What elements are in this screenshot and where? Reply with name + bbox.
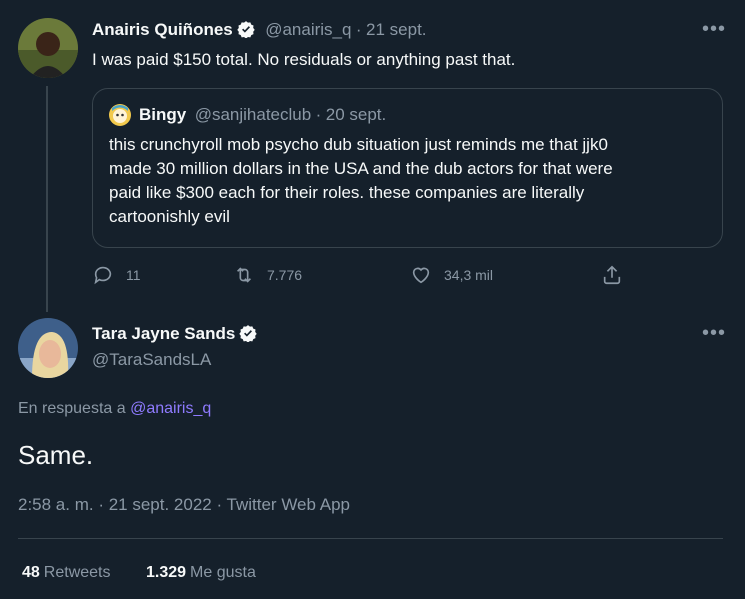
quote-author-name: Bingy — [139, 105, 187, 124]
author-handle[interactable]: @anairis_q — [265, 20, 351, 39]
separator: · — [315, 105, 322, 124]
quote-line: this crunchyroll mob psycho dub situatio… — [109, 135, 608, 154]
thread-line — [46, 86, 48, 312]
quote-line: cartoonishly evil — [109, 207, 230, 226]
retweets-count: 48 — [22, 564, 40, 581]
tweet2-header: Tara Jayne Sands — [92, 324, 258, 344]
share-button[interactable] — [601, 264, 635, 286]
likes-count: 1.329 — [146, 564, 187, 581]
retweet-count: 7.776 — [267, 267, 303, 283]
quoted-tweet[interactable]: Bingy @sanjihateclub · 20 sept. this cru… — [92, 88, 723, 248]
retweets-stat[interactable]: 48 Retweets — [22, 564, 111, 582]
separator: · — [355, 20, 362, 39]
reply-prefix: En respuesta a — [18, 400, 126, 417]
avatar-anairis[interactable] — [18, 18, 78, 78]
likes-label: Me gusta — [190, 564, 256, 581]
like-count: 34,3 mil — [444, 267, 494, 283]
retweet-icon — [236, 267, 252, 283]
quote-line: paid like $300 each for their roles. the… — [109, 183, 585, 202]
quote-line: made 30 million dollars in the USA and t… — [109, 159, 613, 178]
tweet-text: I was paid $150 total. No residuals or a… — [92, 50, 516, 69]
retweet-button[interactable]: 7.776 — [233, 264, 302, 286]
more-icon[interactable]: ••• — [702, 18, 726, 41]
divider — [18, 538, 723, 539]
like-button[interactable]: 34,3 mil — [410, 264, 493, 286]
likes-stat[interactable]: 1.329 Me gusta — [146, 564, 256, 582]
quote-text: this crunchyroll mob psycho dub situatio… — [109, 133, 719, 229]
verified-badge-icon — [239, 324, 258, 343]
author-name[interactable]: Anairis Quiñones — [92, 20, 233, 39]
reply-button[interactable]: 11 — [92, 264, 141, 286]
reply-context: En respuesta a @anairis_q — [18, 400, 211, 418]
tweet-date[interactable]: 21 sept. — [366, 20, 427, 39]
reply-icon — [94, 266, 112, 285]
share-icon — [603, 265, 621, 285]
retweets-label: Retweets — [43, 564, 111, 581]
tweet-meta[interactable]: 2:58 a. m. · 21 sept. 2022 · Twitter Web… — [18, 495, 350, 515]
quote-author-handle: @sanjihateclub — [194, 105, 312, 124]
like-icon — [412, 267, 430, 284]
quote-date: 20 sept. — [325, 105, 387, 124]
avatar-tara[interactable] — [18, 318, 78, 378]
author-handle[interactable]: @TaraSandsLA — [92, 350, 211, 370]
quote-header: Bingy @sanjihateclub · 20 sept. — [139, 105, 386, 125]
tweet1-header: Anairis Quiñones @anairis_q · 21 sept. — [92, 20, 427, 40]
author-name[interactable]: Tara Jayne Sands — [92, 324, 235, 343]
avatar-bingy — [109, 104, 131, 126]
reply-count: 11 — [126, 267, 141, 283]
more-icon[interactable]: ••• — [702, 322, 726, 345]
tweet-text: Same. — [18, 440, 94, 470]
reply-to-link[interactable]: @anairis_q — [130, 400, 211, 417]
verified-badge-icon — [237, 20, 255, 39]
